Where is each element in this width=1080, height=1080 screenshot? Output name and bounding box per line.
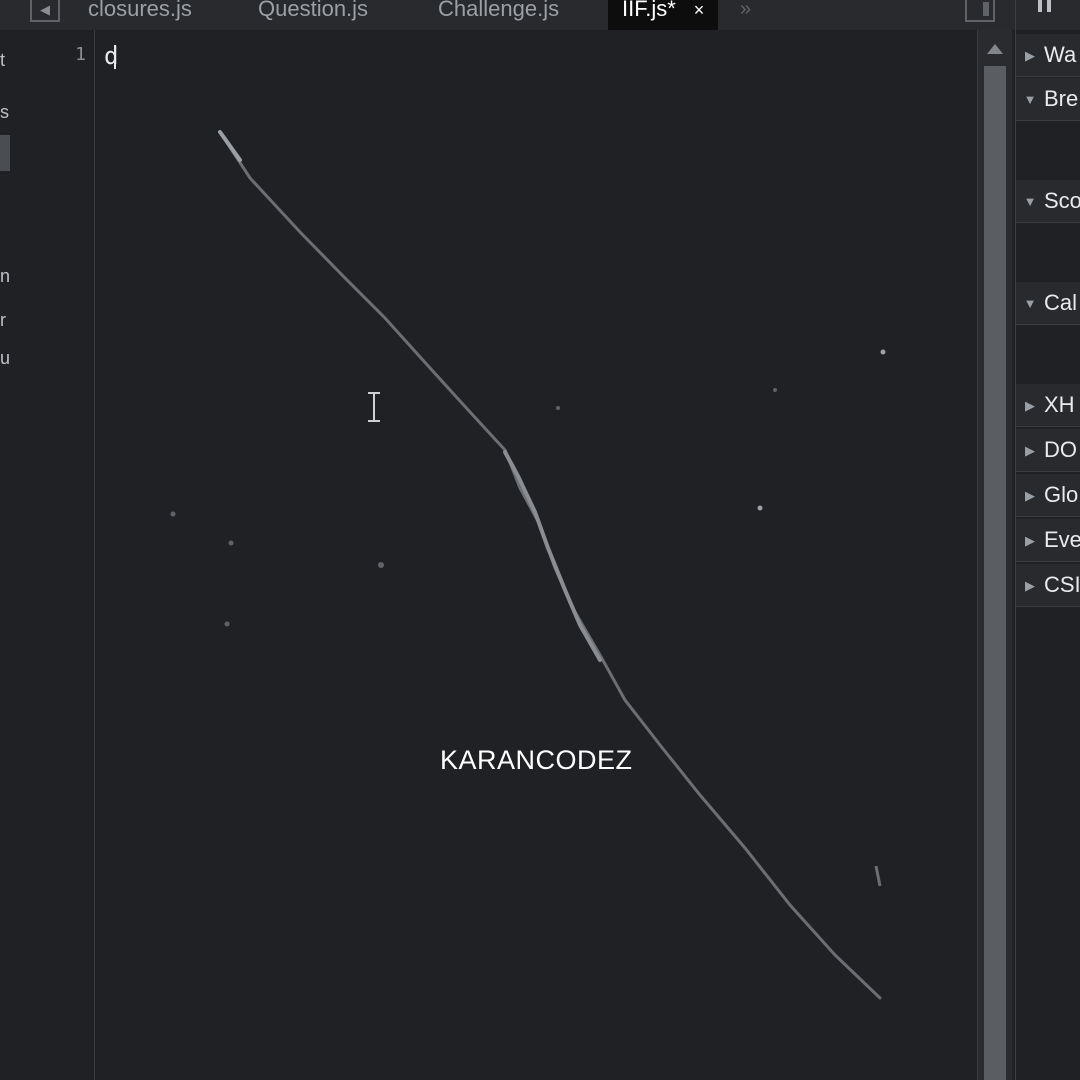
line-number-gutter: 1 — [12, 30, 95, 1080]
navigator-item[interactable]: r — [0, 310, 6, 331]
panel-scope-body — [1016, 223, 1080, 279]
navigator-item[interactable]: n — [0, 266, 10, 287]
tab-iif-js[interactable]: IIF.js* × — [608, 0, 719, 30]
collapse-arrow-icon: ▼ — [1023, 194, 1037, 210]
panel-event-listeners[interactable]: ▶ Eve — [1016, 519, 1080, 562]
panel-breakpoints[interactable]: ▼ Bre — [1016, 78, 1080, 121]
text-caret — [114, 45, 117, 69]
line-number: 1 — [75, 44, 86, 65]
debugger-sidebar: ▶ Wa ▼ Bre ▼ Sco ▼ Cal ▶ XH ▶ DO ▶ Glo ▶ Eve ▶ CS… — [1015, 30, 1080, 1080]
more-tabs-icon[interactable]: » — [740, 0, 751, 19]
pause-icon[interactable] — [1038, 0, 1052, 12]
expand-arrow-icon: ▶ — [1025, 578, 1035, 594]
panel-global-listeners[interactable]: ▶ Glo — [1016, 474, 1080, 517]
navigator-item[interactable]: u — [0, 348, 10, 369]
watermark-text: KARANCODEZ — [440, 745, 633, 775]
collapse-arrow-icon: ▼ — [1023, 92, 1037, 108]
tab-question-js[interactable]: Question.js — [258, 0, 368, 30]
panel-call-stack[interactable]: ▼ Cal — [1016, 282, 1080, 325]
expand-arrow-icon: ▶ — [1025, 398, 1035, 414]
code-line[interactable]: d — [104, 42, 118, 70]
navigator-item[interactable]: s — [0, 102, 9, 123]
panel-csp-violations[interactable]: ▶ CSI — [1016, 564, 1080, 607]
panel-xhr-breakpoints[interactable]: ▶ XH — [1016, 384, 1080, 427]
navigator-item[interactable]: t — [0, 50, 5, 71]
close-tab-icon[interactable]: × — [694, 0, 705, 20]
panel-call-stack-body — [1016, 325, 1080, 381]
text-cursor-icon — [368, 392, 380, 422]
code-editor[interactable]: d — [95, 30, 977, 1080]
expand-arrow-icon: ▶ — [1025, 488, 1035, 504]
tab-strip: ◀ closures.js Question.js Challenge.js I… — [0, 0, 1080, 30]
debugger-toolbar — [1015, 0, 1080, 30]
expand-arrow-icon: ▶ — [1025, 533, 1035, 549]
panel-dom-breakpoints[interactable]: ▶ DO — [1016, 429, 1080, 472]
toggle-debugger-icon[interactable] — [965, 0, 995, 22]
navigator-selected-item[interactable] — [0, 135, 10, 171]
vertical-scrollbar[interactable] — [977, 30, 1012, 1080]
tab-challenge-js[interactable]: Challenge.js — [438, 0, 559, 30]
panel-watch[interactable]: ▶ Wa — [1016, 34, 1080, 77]
scrollbar-thumb[interactable] — [984, 66, 1006, 1080]
tab-closures-js[interactable]: closures.js — [88, 0, 192, 30]
expand-arrow-icon: ▶ — [1025, 443, 1035, 459]
expand-arrow-icon: ▶ — [1025, 48, 1035, 64]
navigator-toggle-icon[interactable]: ◀ — [30, 0, 60, 22]
panel-breakpoints-body — [1016, 121, 1080, 177]
panel-scope[interactable]: ▼ Sco — [1016, 180, 1080, 223]
scroll-up-arrow-icon[interactable] — [987, 44, 1003, 54]
collapse-arrow-icon: ▼ — [1023, 296, 1037, 312]
